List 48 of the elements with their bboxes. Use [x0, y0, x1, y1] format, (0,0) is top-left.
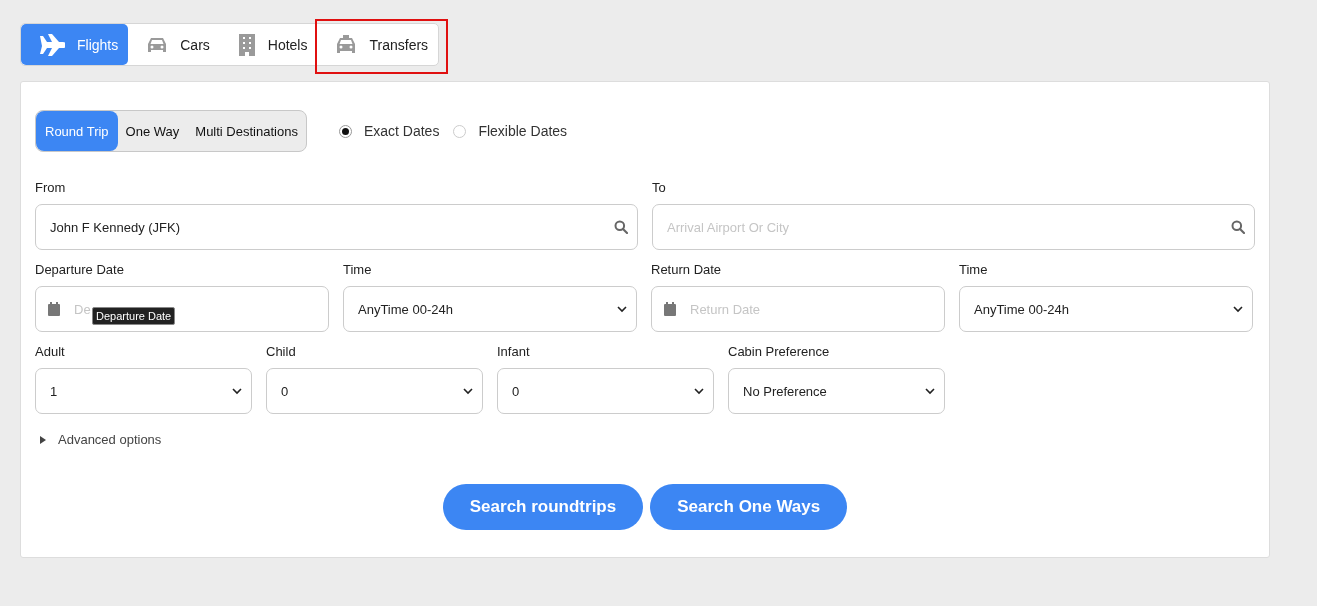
service-tab[interactable]: Flights: [21, 24, 129, 65]
radio-label: Flexible Dates: [478, 123, 568, 139]
date-mode-radio[interactable]: Exact Dates: [338, 123, 440, 139]
chevron-icon: [1233, 305, 1243, 313]
building-icon: [237, 33, 256, 56]
plane-icon: [39, 33, 65, 56]
select-field[interactable]: No Preference: [728, 368, 945, 414]
advanced-options-toggle[interactable]: Advanced options: [35, 432, 162, 447]
chevron-icon: [617, 305, 627, 313]
date-field[interactable]: Return Date: [651, 286, 945, 332]
tooltip: Departure Date: [92, 307, 176, 325]
search-button[interactable]: Search One Ways: [650, 484, 848, 530]
taxi-icon: [335, 34, 358, 55]
field-label: Child: [266, 344, 297, 360]
field-label: Infant: [497, 344, 531, 360]
trip-type-option[interactable]: Round Trip: [36, 111, 118, 151]
search-field[interactable]: John F Kennedy (JFK): [35, 204, 638, 250]
search-button[interactable]: Search roundtrips: [442, 484, 644, 530]
field-label: Cabin Preference: [728, 344, 831, 360]
chevron-icon: [925, 387, 935, 395]
trip-type-option[interactable]: Multi Destinations: [187, 111, 306, 151]
field-label: Time: [959, 262, 989, 278]
search-icon: [1231, 220, 1245, 234]
car-icon: [146, 35, 169, 54]
select-field[interactable]: AnyTime 00-24h: [959, 286, 1253, 332]
chevron-icon: [232, 387, 242, 395]
service-tab[interactable]: Cars: [128, 24, 220, 65]
radio-label: Exact Dates: [363, 123, 440, 139]
search-field[interactable]: Arrival Airport Or City: [652, 204, 1255, 250]
select-field[interactable]: 1: [35, 368, 252, 414]
select-field[interactable]: 0: [497, 368, 714, 414]
calendar-icon: [48, 302, 60, 316]
field-label: To: [652, 180, 667, 196]
service-tab[interactable]: Hotels: [219, 24, 318, 65]
chevron-icon: [463, 387, 473, 395]
search-icon: [614, 220, 628, 234]
field-label: Time: [343, 262, 373, 278]
select-field[interactable]: AnyTime 00-24h: [343, 286, 637, 332]
date-mode-radio[interactable]: Flexible Dates: [453, 123, 568, 139]
select-field[interactable]: 0: [266, 368, 483, 414]
chevron-icon: [694, 387, 704, 395]
field-label: From: [35, 180, 67, 196]
field-label: Return Date: [651, 262, 723, 278]
service-tab[interactable]: Transfers: [317, 24, 439, 65]
calendar-icon: [664, 302, 676, 316]
field-label: Adult: [35, 344, 66, 360]
trip-type-option[interactable]: One Way: [117, 111, 188, 151]
field-label: Departure Date: [35, 262, 125, 278]
